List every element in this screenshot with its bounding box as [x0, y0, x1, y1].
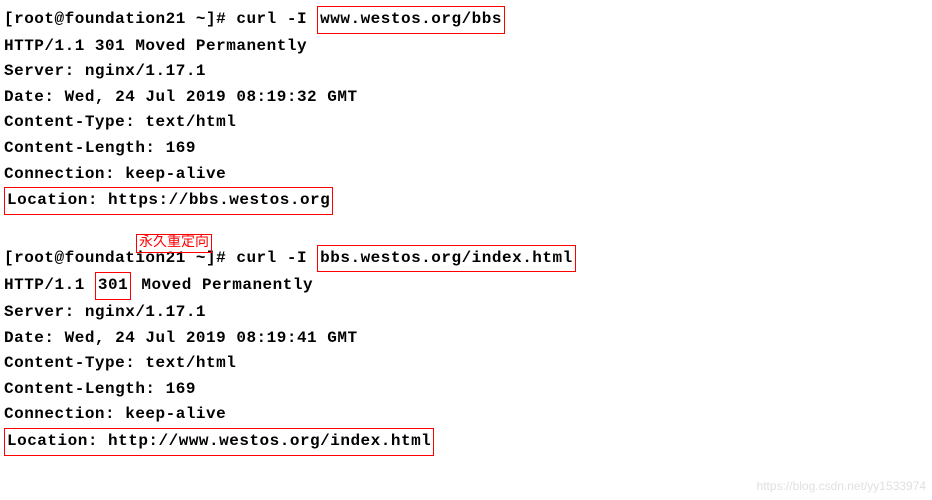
- connection-header-1: Connection: keep-alive: [4, 162, 928, 188]
- http-status-1: HTTP/1.1 301 Moved Permanently: [4, 34, 928, 60]
- annotation-permanent-redirect: 永久重定向: [136, 234, 212, 253]
- server-header-2: Server: nginx/1.17.1: [4, 300, 928, 326]
- prompt-prefix-1: [root@foundation21 ~]# curl -I: [4, 10, 317, 28]
- content-type-header-2: Content-Type: text/html: [4, 351, 928, 377]
- location-header-1: Location: https://bbs.westos.org: [4, 187, 928, 215]
- http-status-2: HTTP/1.1 301 Moved Permanently: [4, 272, 928, 300]
- url-highlight-2: bbs.westos.org/index.html: [317, 245, 576, 273]
- content-length-header-2: Content-Length: 169: [4, 377, 928, 403]
- status-suffix-2: Moved Permanently: [131, 276, 313, 294]
- date-header-2: Date: Wed, 24 Jul 2019 08:19:41 GMT: [4, 326, 928, 352]
- status-prefix-2: HTTP/1.1: [4, 276, 95, 294]
- content-length-header-1: Content-Length: 169: [4, 136, 928, 162]
- location-header-2: Location: http://www.westos.org/index.ht…: [4, 428, 928, 456]
- location-highlight-2: Location: http://www.westos.org/index.ht…: [4, 428, 434, 456]
- content-type-header-1: Content-Type: text/html: [4, 110, 928, 136]
- server-header-1: Server: nginx/1.17.1: [4, 59, 928, 85]
- spacer: [4, 215, 928, 227]
- connection-header-2: Connection: keep-alive: [4, 402, 928, 428]
- url-highlight-1: www.westos.org/bbs: [317, 6, 505, 34]
- location-highlight-1: Location: https://bbs.westos.org: [4, 187, 333, 215]
- date-header-1: Date: Wed, 24 Jul 2019 08:19:32 GMT: [4, 85, 928, 111]
- command-line-1: [root@foundation21 ~]# curl -I www.westo…: [4, 6, 928, 34]
- status-code-highlight: 301: [95, 272, 131, 300]
- watermark: https://blog.csdn.net/yy1533974: [757, 477, 926, 496]
